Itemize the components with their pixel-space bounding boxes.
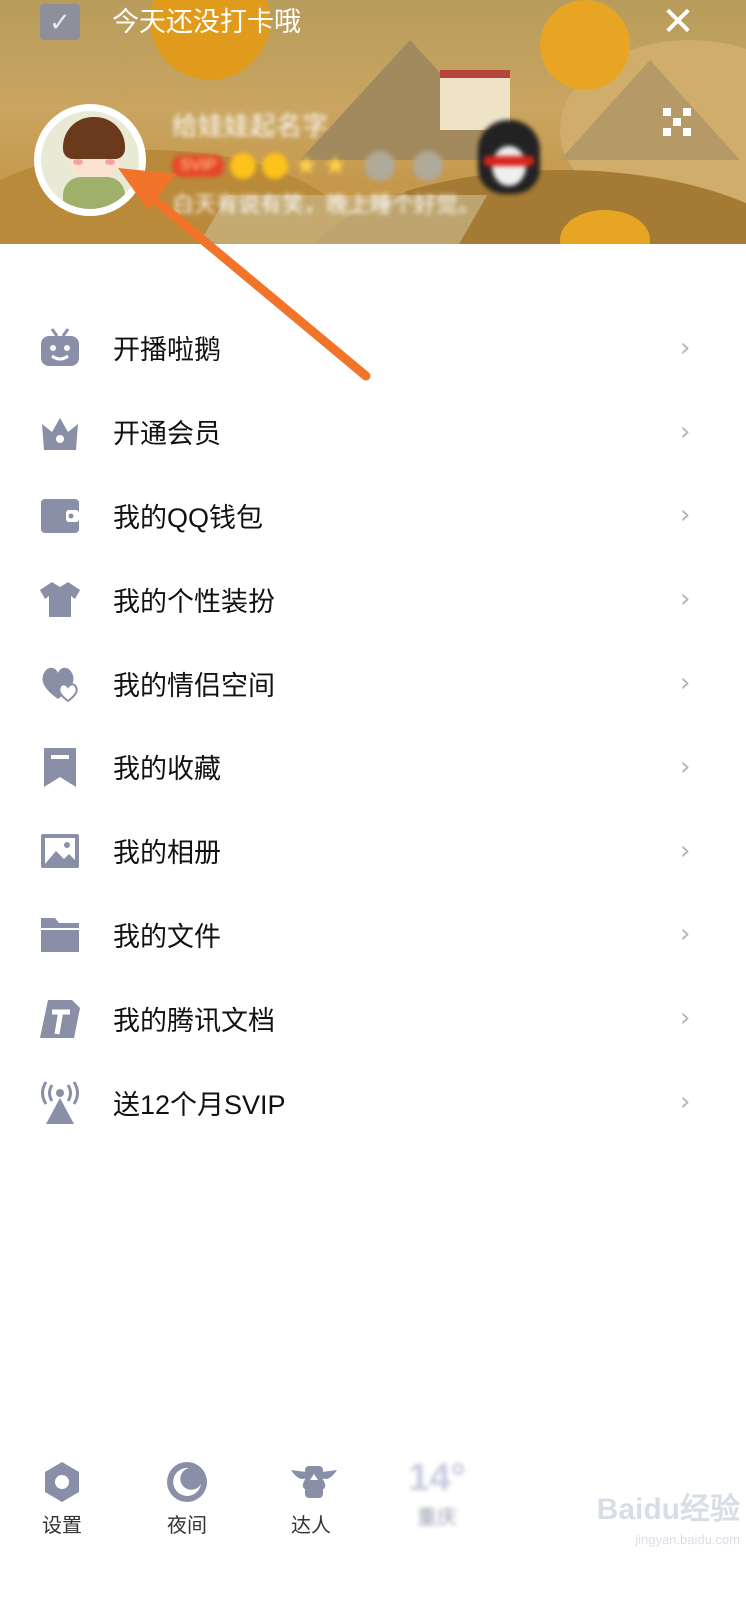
menu-item-personalize[interactable]: 我的个性装扮 › — [0, 557, 746, 641]
menu-item-live[interactable]: 开播啦鹅 › — [0, 306, 746, 390]
broadcast-icon — [38, 1080, 82, 1125]
menu-item-label: 我的腾讯文档 — [113, 1005, 275, 1036]
menu-item-label: 我的相册 — [113, 838, 221, 869]
chevron-right-icon: › — [680, 332, 691, 363]
gear-icon — [40, 1460, 84, 1504]
moon-icon — [165, 1460, 209, 1504]
menu-item-label: 开播啦鹅 — [113, 335, 221, 366]
weather-temperature: 14° — [408, 1457, 466, 1499]
chevron-right-icon: › — [680, 919, 691, 950]
menu-item-label: 送12个月SVIP — [113, 1089, 286, 1120]
folder-icon — [38, 912, 82, 956]
menu-item-label: 开通会员 — [113, 419, 221, 450]
tv-robot-icon — [38, 326, 82, 370]
chevron-right-icon: › — [680, 500, 691, 531]
menu-item-label: 我的情侣空间 — [113, 670, 275, 701]
night-mode-button[interactable]: 夜间 — [142, 1450, 232, 1538]
watermark-brand: Baidu经验 — [596, 1493, 740, 1526]
weather-city: 重庆 — [417, 1507, 457, 1529]
menu-item-couple-space[interactable]: 我的情侣空间 › — [0, 641, 746, 725]
menu-item-label: 我的个性装扮 — [113, 586, 275, 617]
menu-item-label: 我的收藏 — [113, 754, 221, 785]
daren-label: 达人 — [291, 1515, 331, 1537]
menu-item-favorites[interactable]: 我的收藏 › — [0, 725, 746, 809]
couple-hearts-icon — [38, 661, 82, 705]
menu-item-tencent-docs[interactable]: 我的腾讯文档 › — [0, 976, 746, 1060]
baidu-jingyan-watermark: Baidu经验 jingyan.baidu.com — [560, 1490, 740, 1560]
menu-item-album[interactable]: 我的相册 › — [0, 809, 746, 893]
chevron-right-icon: › — [680, 835, 691, 866]
watermark-url: jingyan.baidu.com — [635, 1532, 740, 1547]
chevron-right-icon: › — [680, 751, 691, 782]
chevron-right-icon: › — [680, 584, 691, 615]
shirt-icon — [38, 577, 82, 621]
wallet-icon — [38, 493, 82, 537]
photo-icon — [38, 829, 82, 873]
chevron-right-icon: › — [680, 1003, 691, 1034]
drawer-menu: 开播啦鹅 › 开通会员 › 我的QQ钱包 › 我的个性装扮 › 我的情侣空间 ›… — [0, 306, 746, 1144]
chevron-right-icon: › — [680, 1087, 691, 1118]
menu-item-membership[interactable]: 开通会员 › — [0, 390, 746, 474]
chevron-right-icon: › — [680, 416, 691, 447]
menu-item-gift-svip[interactable]: 送12个月SVIP › — [0, 1060, 746, 1144]
daren-button[interactable]: 达人 — [266, 1450, 356, 1538]
bookmark-icon — [38, 745, 82, 789]
crown-icon — [38, 410, 82, 454]
winged-badge-icon — [289, 1460, 337, 1504]
menu-item-files[interactable]: 我的文件 › — [0, 893, 746, 977]
menu-item-label: 我的QQ钱包 — [113, 502, 264, 533]
menu-item-wallet[interactable]: 我的QQ钱包 › — [0, 474, 746, 558]
settings-button[interactable]: 设置 — [17, 1450, 107, 1538]
chevron-right-icon: › — [680, 668, 691, 699]
night-label: 夜间 — [167, 1515, 207, 1537]
menu-item-label: 我的文件 — [113, 921, 221, 952]
weather-widget[interactable]: 14° 重庆 — [392, 1450, 482, 1530]
tencent-docs-icon — [38, 996, 82, 1040]
settings-label: 设置 — [42, 1515, 82, 1537]
